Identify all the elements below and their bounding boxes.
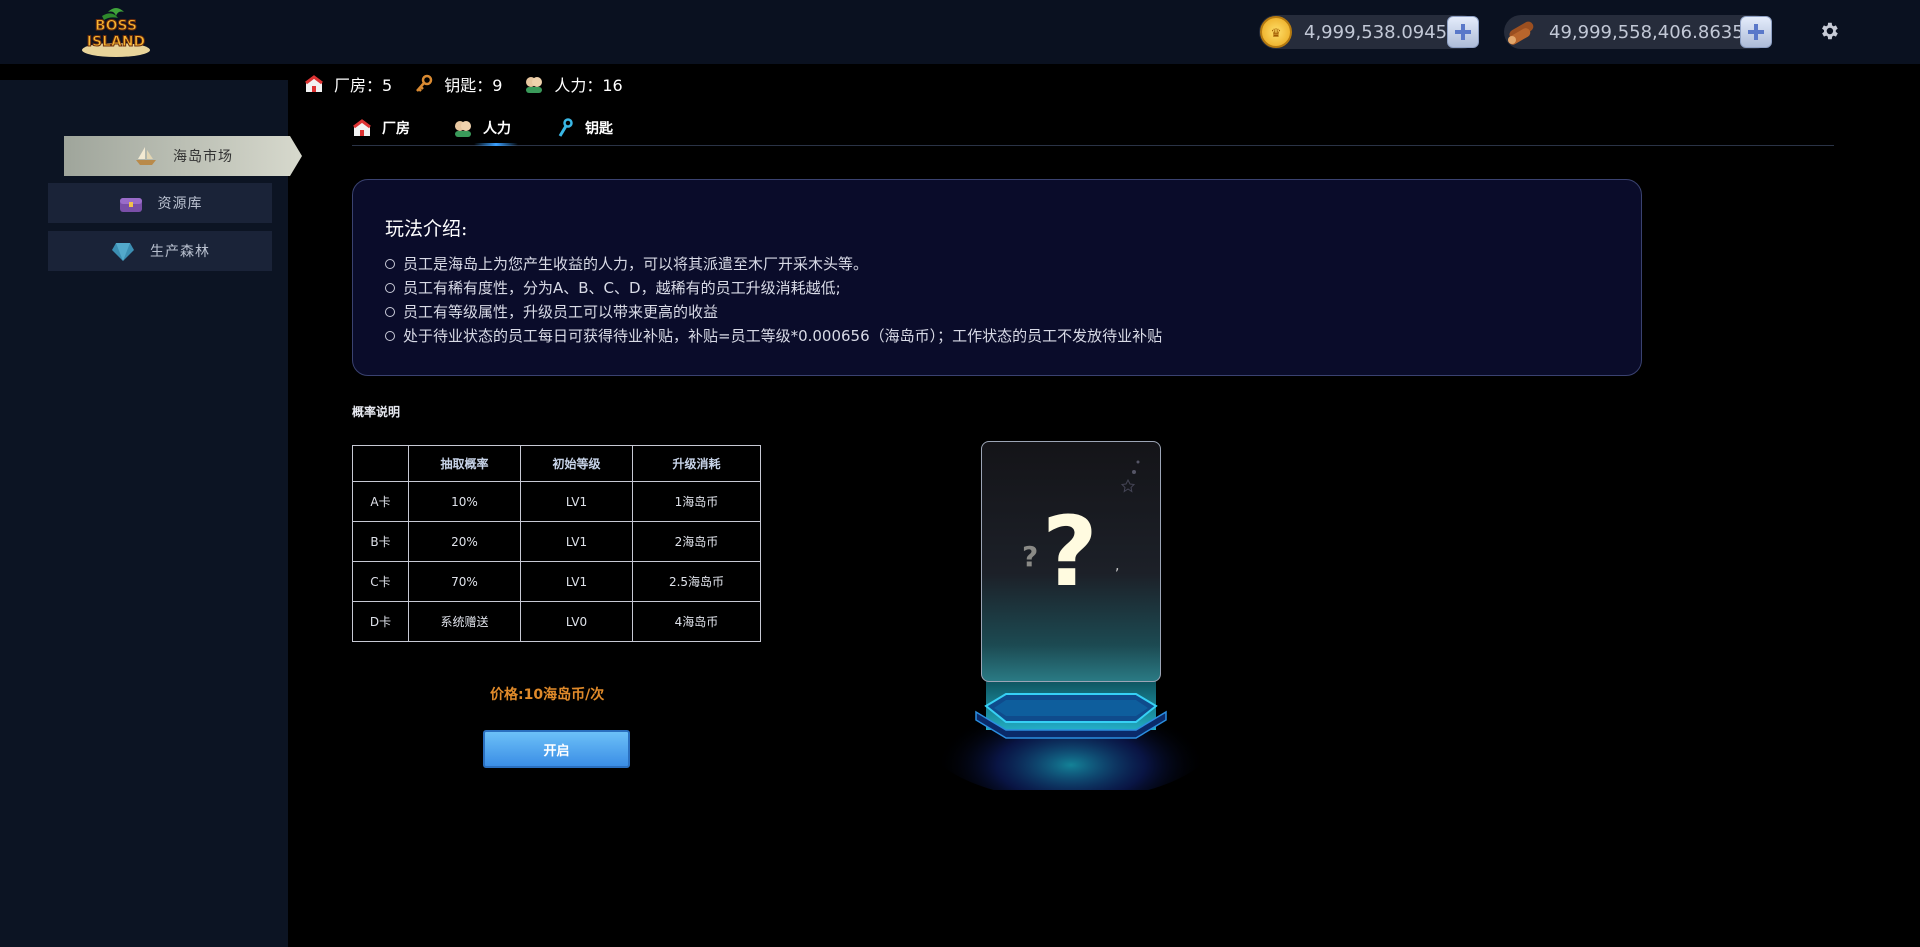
labor-count: 人力：16: [524, 72, 623, 96]
add-coin-button[interactable]: [1447, 16, 1479, 48]
open-button[interactable]: 开启: [483, 730, 630, 768]
boss-island-logo[interactable]: BOSS ISLAND: [78, 6, 154, 58]
list-item: 处于待业状态的员工每日可获得待业补贴，补贴=员工等级*0.000656（海岛币）…: [385, 324, 1162, 348]
intro-list: 员工是海岛上为您产生收益的人力，可以将其派遣至木厂开采木头等。 员工有稀有度性，…: [385, 252, 1162, 348]
table-cell: LV0: [520, 601, 633, 642]
hexagon-pedestal: [975, 693, 1167, 739]
probability-table: 抽取概率 初始等级 升级消耗 A卡 10% LV1 1海岛币 B卡 20% LV…: [352, 445, 761, 642]
table-cell: 20%: [408, 521, 521, 562]
intro-title: 玩法介绍:: [385, 218, 468, 240]
wood-balance-value: 49,999,558,406.8635: [1549, 21, 1744, 43]
bullet-circle-icon: [385, 307, 395, 317]
svg-text:♛: ♛: [1271, 26, 1282, 40]
list-item: 员工有等级属性，升级员工可以带来更高的收益: [385, 300, 1162, 324]
tab-factory[interactable]: 厂房: [352, 114, 410, 142]
probability-title: 概率说明: [352, 405, 401, 419]
gear-icon[interactable]: [1818, 20, 1840, 42]
table-row: C卡 70% LV1 2.5海岛币: [352, 561, 761, 602]
worker-icon: [455, 121, 471, 137]
table-cell: B卡: [352, 521, 409, 562]
gameplay-intro-panel: 玩法介绍: 员工是海岛上为您产生收益的人力，可以将其派遣至木厂开采木头等。 员工…: [352, 179, 1642, 376]
wood-icon: [1505, 16, 1537, 48]
plus-icon: [1748, 24, 1764, 40]
table-cell: 4海岛币: [632, 601, 761, 642]
table-header-cell: 升级消耗: [632, 445, 761, 482]
table-cell: 2海岛币: [632, 521, 761, 562]
comma-icon: ,: [1115, 558, 1120, 574]
svg-text:BOSS: BOSS: [95, 18, 137, 34]
factory-count: 厂房：5: [304, 72, 392, 96]
coin-balance: ♛ 4,999,538.0945: [1259, 15, 1479, 49]
add-wood-button[interactable]: [1740, 16, 1772, 48]
factory-icon: [353, 119, 371, 136]
coin-icon: ♛: [1260, 16, 1292, 48]
table-cell: LV1: [520, 481, 633, 522]
table-cell: A卡: [352, 481, 409, 522]
sidebar-item-production-forest[interactable]: 生产森林: [48, 231, 272, 271]
tab-bar: 厂房 人力 钥匙: [352, 112, 1834, 146]
sidebar-item-label: 海岛市场: [173, 149, 233, 165]
bullet-circle-icon: [385, 283, 395, 293]
factory-icon: [305, 75, 323, 92]
bullet-circle-icon: [385, 331, 395, 341]
key-icon: [416, 74, 433, 92]
table-row: A卡 10% LV1 1海岛币: [352, 481, 761, 522]
price-label: 价格:10海岛币/次: [490, 687, 605, 703]
table-cell: D卡: [352, 601, 409, 642]
coin-balance-value: 4,999,538.0945: [1304, 21, 1448, 43]
mystery-card-display: ? ? ,: [900, 430, 1260, 790]
chest-icon: [119, 198, 142, 212]
mystery-card[interactable]: ? ? ,: [981, 441, 1161, 682]
table-header-cell: [352, 445, 409, 482]
list-item: 员工有稀有度性，分为A、B、C、D，越稀有的员工升级消耗越低;: [385, 276, 1162, 300]
list-item: 员工是海岛上为您产生收益的人力，可以将其派遣至木厂开采木头等。: [385, 252, 1162, 276]
sparkle-icon: [1120, 460, 1140, 493]
table-cell: 70%: [408, 561, 521, 602]
boat-icon: [136, 147, 156, 165]
table-cell: C卡: [352, 561, 409, 602]
table-cell: 系统赠送: [408, 601, 521, 642]
table-row: B卡 20% LV1 2海岛币: [352, 521, 761, 562]
table-cell: LV1: [520, 561, 633, 602]
active-tab-indicator: [474, 143, 518, 146]
svg-text:ISLAND: ISLAND: [87, 34, 145, 50]
question-mark-icon: ?: [1042, 496, 1098, 608]
table-row: D卡 系统赠送 LV0 4海岛币: [352, 601, 761, 642]
table-cell: 2.5海岛币: [632, 561, 761, 602]
question-mark-small-icon: ?: [1022, 540, 1039, 573]
tab-labor[interactable]: 人力: [453, 114, 511, 142]
sidebar-item-label: 资源库: [157, 196, 203, 212]
gem-icon: [112, 243, 134, 261]
resource-stats: 厂房：5 钥匙：9 人力：16: [304, 72, 645, 96]
key-count: 钥匙：9: [414, 72, 502, 96]
plus-icon: [1455, 24, 1471, 40]
table-cell: 1海岛币: [632, 481, 761, 522]
table-header-row: 抽取概率 初始等级 升级消耗: [352, 445, 761, 482]
sidebar-item-label: 生产森林: [150, 244, 210, 260]
wood-balance: 49,999,558,406.8635: [1504, 15, 1772, 49]
key-icon: [558, 118, 573, 137]
worker-icon: [526, 77, 543, 93]
table-cell: LV1: [520, 521, 633, 562]
table-header-cell: 初始等级: [520, 445, 633, 482]
table-cell: 10%: [408, 481, 521, 522]
sidebar-item-resource-library[interactable]: 资源库: [48, 183, 272, 223]
table-header-cell: 抽取概率: [408, 445, 521, 482]
sidebar-item-island-market[interactable]: 海岛市场: [64, 136, 302, 176]
top-bar: BOSS ISLAND ♛ 4,999,538.0945 49,999,558,…: [0, 0, 1920, 64]
tab-key[interactable]: 钥匙: [555, 114, 613, 142]
bullet-circle-icon: [385, 259, 395, 269]
